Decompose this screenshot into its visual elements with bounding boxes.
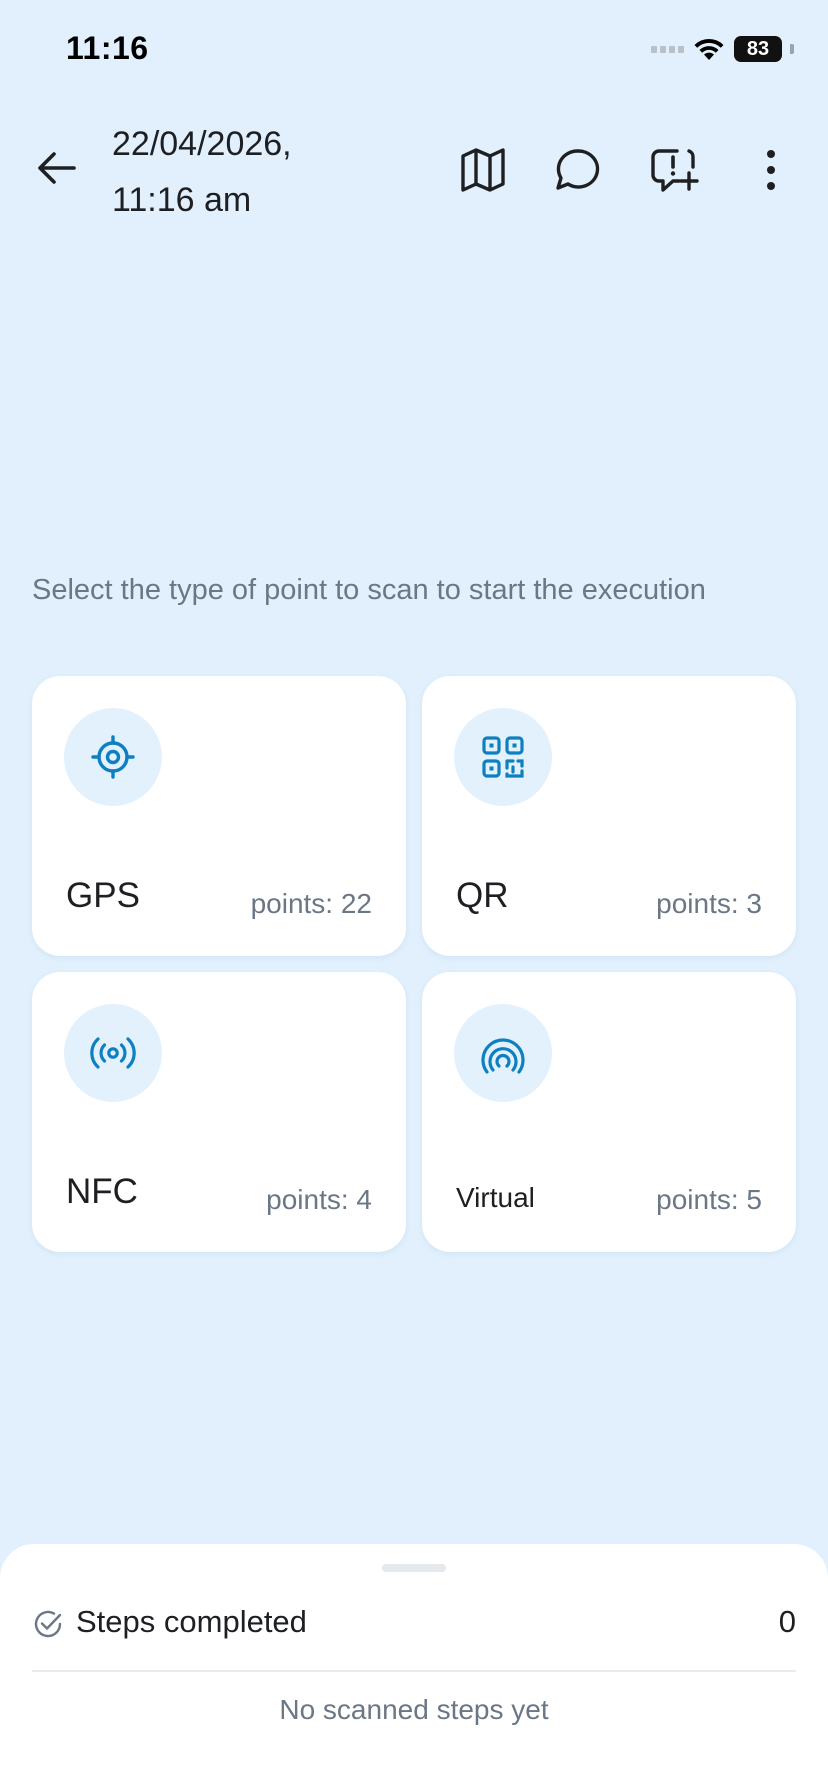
steps-completed-count: 0 xyxy=(778,1604,796,1639)
battery-level: 83 xyxy=(746,37,770,60)
qr-code-icon xyxy=(482,736,524,778)
gps-crosshair-icon xyxy=(91,735,135,779)
message-alert-plus-icon xyxy=(651,149,699,192)
battery-indicator: 83 xyxy=(734,36,782,62)
battery-cap xyxy=(790,44,794,54)
page-title: 22/04/2026, 11:16 am xyxy=(112,116,412,228)
gps-point-card[interactable]: GPS points: 22 xyxy=(32,676,406,956)
card-points-count: points: 22 xyxy=(250,888,372,919)
card-points-count: points: 5 xyxy=(656,1184,762,1215)
date-line: 22/04/2026, xyxy=(112,125,292,163)
map-button[interactable] xyxy=(455,142,511,198)
status-time: 11:16 xyxy=(66,30,149,66)
card-label: Virtual xyxy=(456,1182,535,1213)
chat-bubble-icon xyxy=(556,149,600,190)
time-line: 11:16 am xyxy=(112,181,252,219)
chat-button[interactable] xyxy=(550,142,606,198)
card-icon-badge xyxy=(454,1004,552,1102)
divider xyxy=(32,1670,796,1672)
more-vertical-icon xyxy=(767,150,775,190)
screen: 11:16 83 22/04/2026, 11:16 am Select the… xyxy=(0,0,828,1792)
virtual-point-card[interactable]: Virtual points: 5 xyxy=(422,972,796,1252)
map-icon xyxy=(461,148,505,192)
nfc-point-card[interactable]: NFC points: 4 xyxy=(32,972,406,1252)
card-label: QR xyxy=(456,876,509,915)
back-button[interactable] xyxy=(30,142,82,194)
card-icon-badge xyxy=(64,708,162,806)
card-label: GPS xyxy=(66,876,140,915)
nfc-signal-icon xyxy=(90,1037,136,1069)
empty-state-text: No scanned steps yet xyxy=(279,1694,549,1725)
card-points-count: points: 3 xyxy=(656,888,762,919)
card-icon-badge xyxy=(454,708,552,806)
sheet-drag-handle[interactable] xyxy=(382,1564,446,1572)
check-circle-icon xyxy=(34,1610,62,1638)
steps-completed-label: Steps completed xyxy=(76,1604,307,1639)
steps-bottom-sheet[interactable]: Steps completed 0 No scanned steps yet xyxy=(0,1544,828,1792)
report-issue-button[interactable] xyxy=(646,142,702,198)
virtual-signal-icon xyxy=(481,1038,525,1074)
instruction-text: Select the type of point to scan to star… xyxy=(32,574,706,606)
qr-point-card[interactable]: QR points: 3 xyxy=(422,676,796,956)
status-icons: 83 xyxy=(651,34,794,64)
card-icon-badge xyxy=(64,1004,162,1102)
card-points-count: points: 4 xyxy=(266,1184,372,1215)
more-options-button[interactable] xyxy=(743,142,799,198)
wifi-icon xyxy=(694,38,724,60)
cellular-signal-icon xyxy=(651,45,684,53)
card-label: NFC xyxy=(66,1172,138,1211)
arrow-left-icon xyxy=(38,152,76,184)
